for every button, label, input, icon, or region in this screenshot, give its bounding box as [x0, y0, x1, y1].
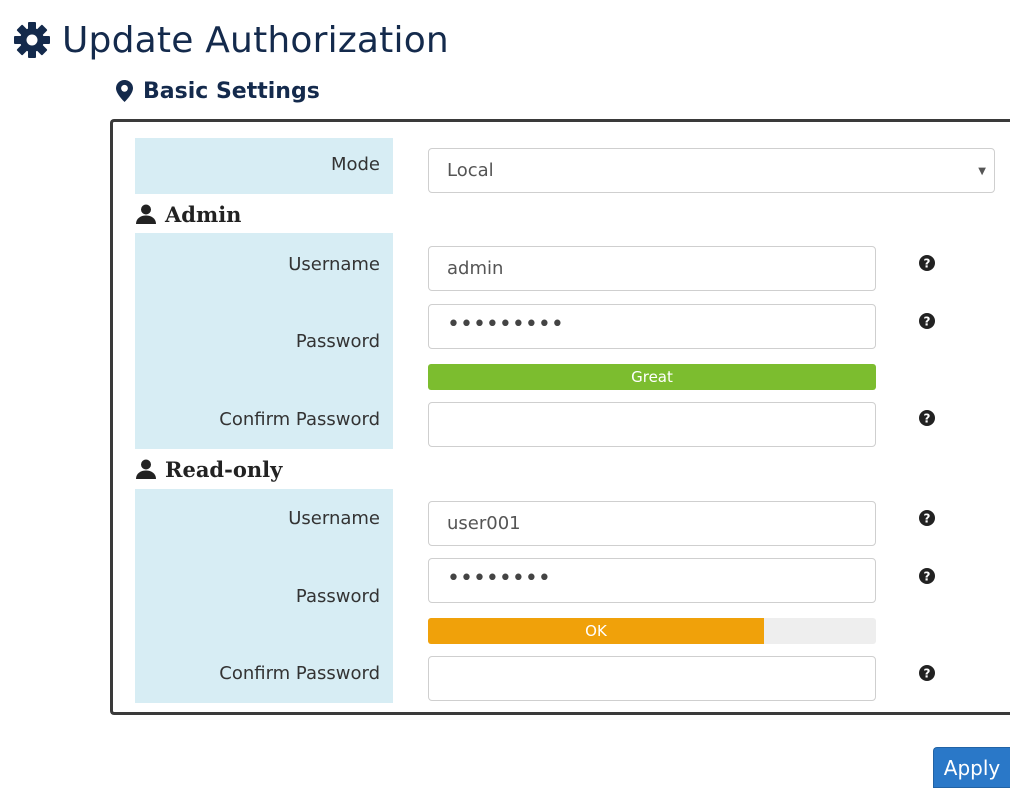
- admin-strength-label: Great: [631, 368, 673, 386]
- admin-confirm-input[interactable]: [428, 402, 876, 447]
- admin-password-strength: Great: [428, 364, 876, 390]
- svg-text:?: ?: [924, 315, 931, 329]
- admin-password-input[interactable]: •••••••••: [428, 304, 876, 349]
- question-circle-icon[interactable]: ?: [919, 510, 935, 526]
- mode-label: Mode: [330, 154, 380, 175]
- user-icon: [136, 459, 156, 479]
- readonly-heading: Read-only: [136, 455, 282, 483]
- question-circle-icon[interactable]: ?: [919, 665, 935, 681]
- admin-heading: Admin: [136, 200, 241, 228]
- readonly-heading-text: Read-only: [165, 456, 283, 482]
- readonly-password-input[interactable]: ••••••••: [428, 558, 876, 603]
- apply-button[interactable]: Apply: [933, 747, 1010, 788]
- gear-icon: [14, 22, 50, 58]
- admin-username-value: admin: [447, 258, 504, 279]
- map-marker-icon: [116, 80, 133, 102]
- caret-down-icon: ▼: [978, 166, 986, 177]
- readonly-strength-label: OK: [585, 622, 607, 640]
- readonly-strength-bar: OK: [428, 618, 764, 644]
- admin-username-label: Username: [288, 254, 380, 275]
- page-header: Update Authorization: [14, 12, 449, 68]
- admin-confirm-label: Confirm Password: [219, 409, 380, 430]
- admin-password-value: •••••••••: [447, 311, 564, 337]
- question-circle-icon[interactable]: ?: [919, 313, 935, 329]
- readonly-password-strength: OK: [428, 618, 876, 644]
- section-title: Basic Settings: [143, 78, 320, 104]
- readonly-username-label: Username: [288, 508, 380, 529]
- admin-strength-bar: Great: [428, 364, 876, 390]
- svg-text:?: ?: [924, 667, 931, 681]
- readonly-confirm-label: Confirm Password: [219, 663, 380, 684]
- page: Update Authorization Basic Settings Mode…: [0, 0, 1010, 788]
- admin-password-label: Password: [295, 331, 380, 352]
- svg-text:?: ?: [924, 512, 931, 526]
- admin-heading-text: Admin: [165, 201, 242, 227]
- svg-text:?: ?: [924, 412, 931, 426]
- readonly-username-input[interactable]: user001: [428, 501, 876, 546]
- readonly-username-value: user001: [447, 513, 521, 534]
- mode-select[interactable]: Local ▼: [428, 148, 995, 193]
- section-header: Basic Settings: [116, 74, 320, 108]
- readonly-password-value: ••••••••: [447, 565, 551, 591]
- readonly-confirm-input[interactable]: [428, 656, 876, 701]
- question-circle-icon[interactable]: ?: [919, 255, 935, 271]
- admin-username-input[interactable]: admin: [428, 246, 876, 291]
- question-circle-icon[interactable]: ?: [919, 410, 935, 426]
- svg-text:?: ?: [924, 570, 931, 584]
- mode-select-value: Local: [447, 160, 494, 181]
- svg-text:?: ?: [924, 257, 931, 271]
- question-circle-icon[interactable]: ?: [919, 568, 935, 584]
- page-title: Update Authorization: [62, 19, 449, 61]
- user-icon: [136, 204, 156, 224]
- readonly-password-label: Password: [295, 586, 380, 607]
